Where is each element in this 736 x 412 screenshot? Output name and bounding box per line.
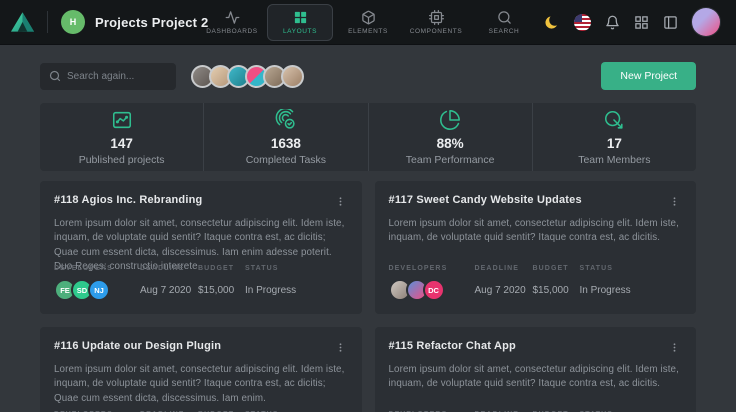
stat-team-members: 17 Team Members xyxy=(532,103,696,171)
nav-label: ELEMENTS xyxy=(348,28,388,35)
search-box xyxy=(40,63,176,90)
project-cards-grid: #118 Agios Inc. Rebranding Lorem ipsum d… xyxy=(40,181,696,412)
developer-badge[interactable]: DC xyxy=(423,279,445,301)
nav-label: SEARCH xyxy=(489,28,520,35)
nav-item-layouts[interactable]: LAYOUTS xyxy=(267,4,333,41)
developer-avatars: DC xyxy=(389,279,475,301)
brand-logo[interactable] xyxy=(10,10,35,34)
page-title: Projects Project 2 xyxy=(95,15,208,30)
nav-item-components[interactable]: COMPONENTS xyxy=(403,4,469,41)
us-flag-icon[interactable] xyxy=(574,14,591,31)
budget-label: BUDGET xyxy=(198,265,245,272)
developer-badge[interactable]: NJ xyxy=(88,279,110,301)
line-chart-icon xyxy=(111,109,133,133)
stat-value: 88% xyxy=(437,136,464,151)
layout-grid-icon xyxy=(293,10,308,25)
status-label: STATUS xyxy=(580,265,683,272)
deadline-label: DEADLINE xyxy=(475,265,533,272)
card-description: Lorem ipsum dolor sit amet, consectetur … xyxy=(389,363,683,392)
kebab-menu-icon[interactable] xyxy=(667,340,682,355)
bell-icon xyxy=(605,15,620,30)
navbar-actions xyxy=(545,8,720,36)
apps-grid-icon xyxy=(634,15,649,30)
stat-label: Team Performance xyxy=(406,154,495,166)
team-member-avatar[interactable] xyxy=(281,65,304,88)
zoom-arrow-icon xyxy=(603,109,625,133)
stat-completed-tasks: 1638 Completed Tasks xyxy=(203,103,367,171)
notifications-button[interactable] xyxy=(605,15,620,30)
stat-published-projects: 147 Published projects xyxy=(40,103,203,171)
search-input[interactable] xyxy=(67,71,167,82)
activity-icon xyxy=(225,10,240,25)
top-navbar: H Projects Project 2 DASHBOARDS LAYOUTS … xyxy=(0,0,736,45)
project-card-116: #116 Update our Design Plugin Lorem ipsu… xyxy=(40,327,362,412)
project-card-117: #117 Sweet Candy Website Updates Lorem i… xyxy=(375,181,697,314)
ripple-check-icon xyxy=(275,109,297,133)
card-title: #118 Agios Inc. Rebranding xyxy=(54,194,202,206)
stat-value: 17 xyxy=(607,136,622,151)
user-avatar[interactable] xyxy=(692,8,720,36)
budget-value: $15,000 xyxy=(533,285,580,296)
kebab-menu-icon[interactable] xyxy=(333,340,348,355)
search-icon xyxy=(49,70,61,82)
nav-label: LAYOUTS xyxy=(283,28,317,35)
budget-value: $15,000 xyxy=(198,285,245,296)
status-label: STATUS xyxy=(245,265,348,272)
deadline-value: Aug 7 2020 xyxy=(140,285,198,296)
card-footer: DEVELOPERS DEADLINE BUDGET STATUS DC Aug… xyxy=(389,265,683,301)
stat-team-performance: 88% Team Performance xyxy=(368,103,532,171)
stat-value: 1638 xyxy=(271,136,301,151)
deadline-value: Aug 7 2020 xyxy=(475,285,533,296)
card-title: #115 Refactor Chat App xyxy=(389,340,516,352)
card-description: Lorem ipsum dolor sit amet, consectetur … xyxy=(389,217,683,246)
card-description: Lorem ipsum dolor sit amet, consectetur … xyxy=(54,363,348,406)
kebab-menu-icon[interactable] xyxy=(333,194,348,209)
stat-label: Completed Tasks xyxy=(246,154,326,166)
nav-item-search[interactable]: SEARCH xyxy=(471,4,537,41)
stat-label: Team Members xyxy=(578,154,650,166)
status-value: In Progress xyxy=(580,285,683,296)
card-title: #116 Update our Design Plugin xyxy=(54,340,221,352)
stat-label: Published projects xyxy=(79,154,165,166)
deadline-label: DEADLINE xyxy=(140,265,198,272)
budget-label: BUDGET xyxy=(533,265,580,272)
nav-item-elements[interactable]: ELEMENTS xyxy=(335,4,401,41)
moon-icon xyxy=(545,15,560,30)
nav-label: DASHBOARDS xyxy=(206,28,258,35)
developers-label: DEVELOPERS xyxy=(54,265,140,272)
main-nav: DASHBOARDS LAYOUTS ELEMENTS COMPONENTS S… xyxy=(199,4,537,41)
status-value: In Progress xyxy=(245,285,348,296)
nav-item-dashboards[interactable]: DASHBOARDS xyxy=(199,4,265,41)
stat-value: 147 xyxy=(110,136,133,151)
card-footer: DEVELOPERS DEADLINE BUDGET STATUS FE SD … xyxy=(54,265,348,301)
new-project-button[interactable]: New Project xyxy=(601,62,696,90)
project-card-118: #118 Agios Inc. Rebranding Lorem ipsum d… xyxy=(40,181,362,314)
toolbar: New Project xyxy=(40,62,696,90)
divider xyxy=(47,11,48,33)
pie-chart-icon xyxy=(439,109,461,133)
project-card-115: #115 Refactor Chat App Lorem ipsum dolor… xyxy=(375,327,697,412)
team-avatar-group xyxy=(191,65,304,88)
stats-panel: 147 Published projects 1638 Completed Ta… xyxy=(40,103,696,171)
cpu-icon xyxy=(429,10,444,25)
developers-label: DEVELOPERS xyxy=(389,265,475,272)
sidebar-toggle-button[interactable] xyxy=(663,15,678,30)
sidebar-toggle-icon xyxy=(663,15,678,30)
brand-area: H Projects Project 2 xyxy=(10,10,208,34)
nav-label: COMPONENTS xyxy=(410,28,463,35)
kebab-menu-icon[interactable] xyxy=(667,194,682,209)
dark-mode-toggle[interactable] xyxy=(545,15,560,30)
apps-grid-button[interactable] xyxy=(634,15,649,30)
search-icon xyxy=(497,10,512,25)
project-avatar[interactable]: H xyxy=(61,10,85,34)
box-icon xyxy=(361,10,376,25)
developer-avatars: FE SD NJ xyxy=(54,279,140,301)
card-title: #117 Sweet Candy Website Updates xyxy=(389,194,582,206)
